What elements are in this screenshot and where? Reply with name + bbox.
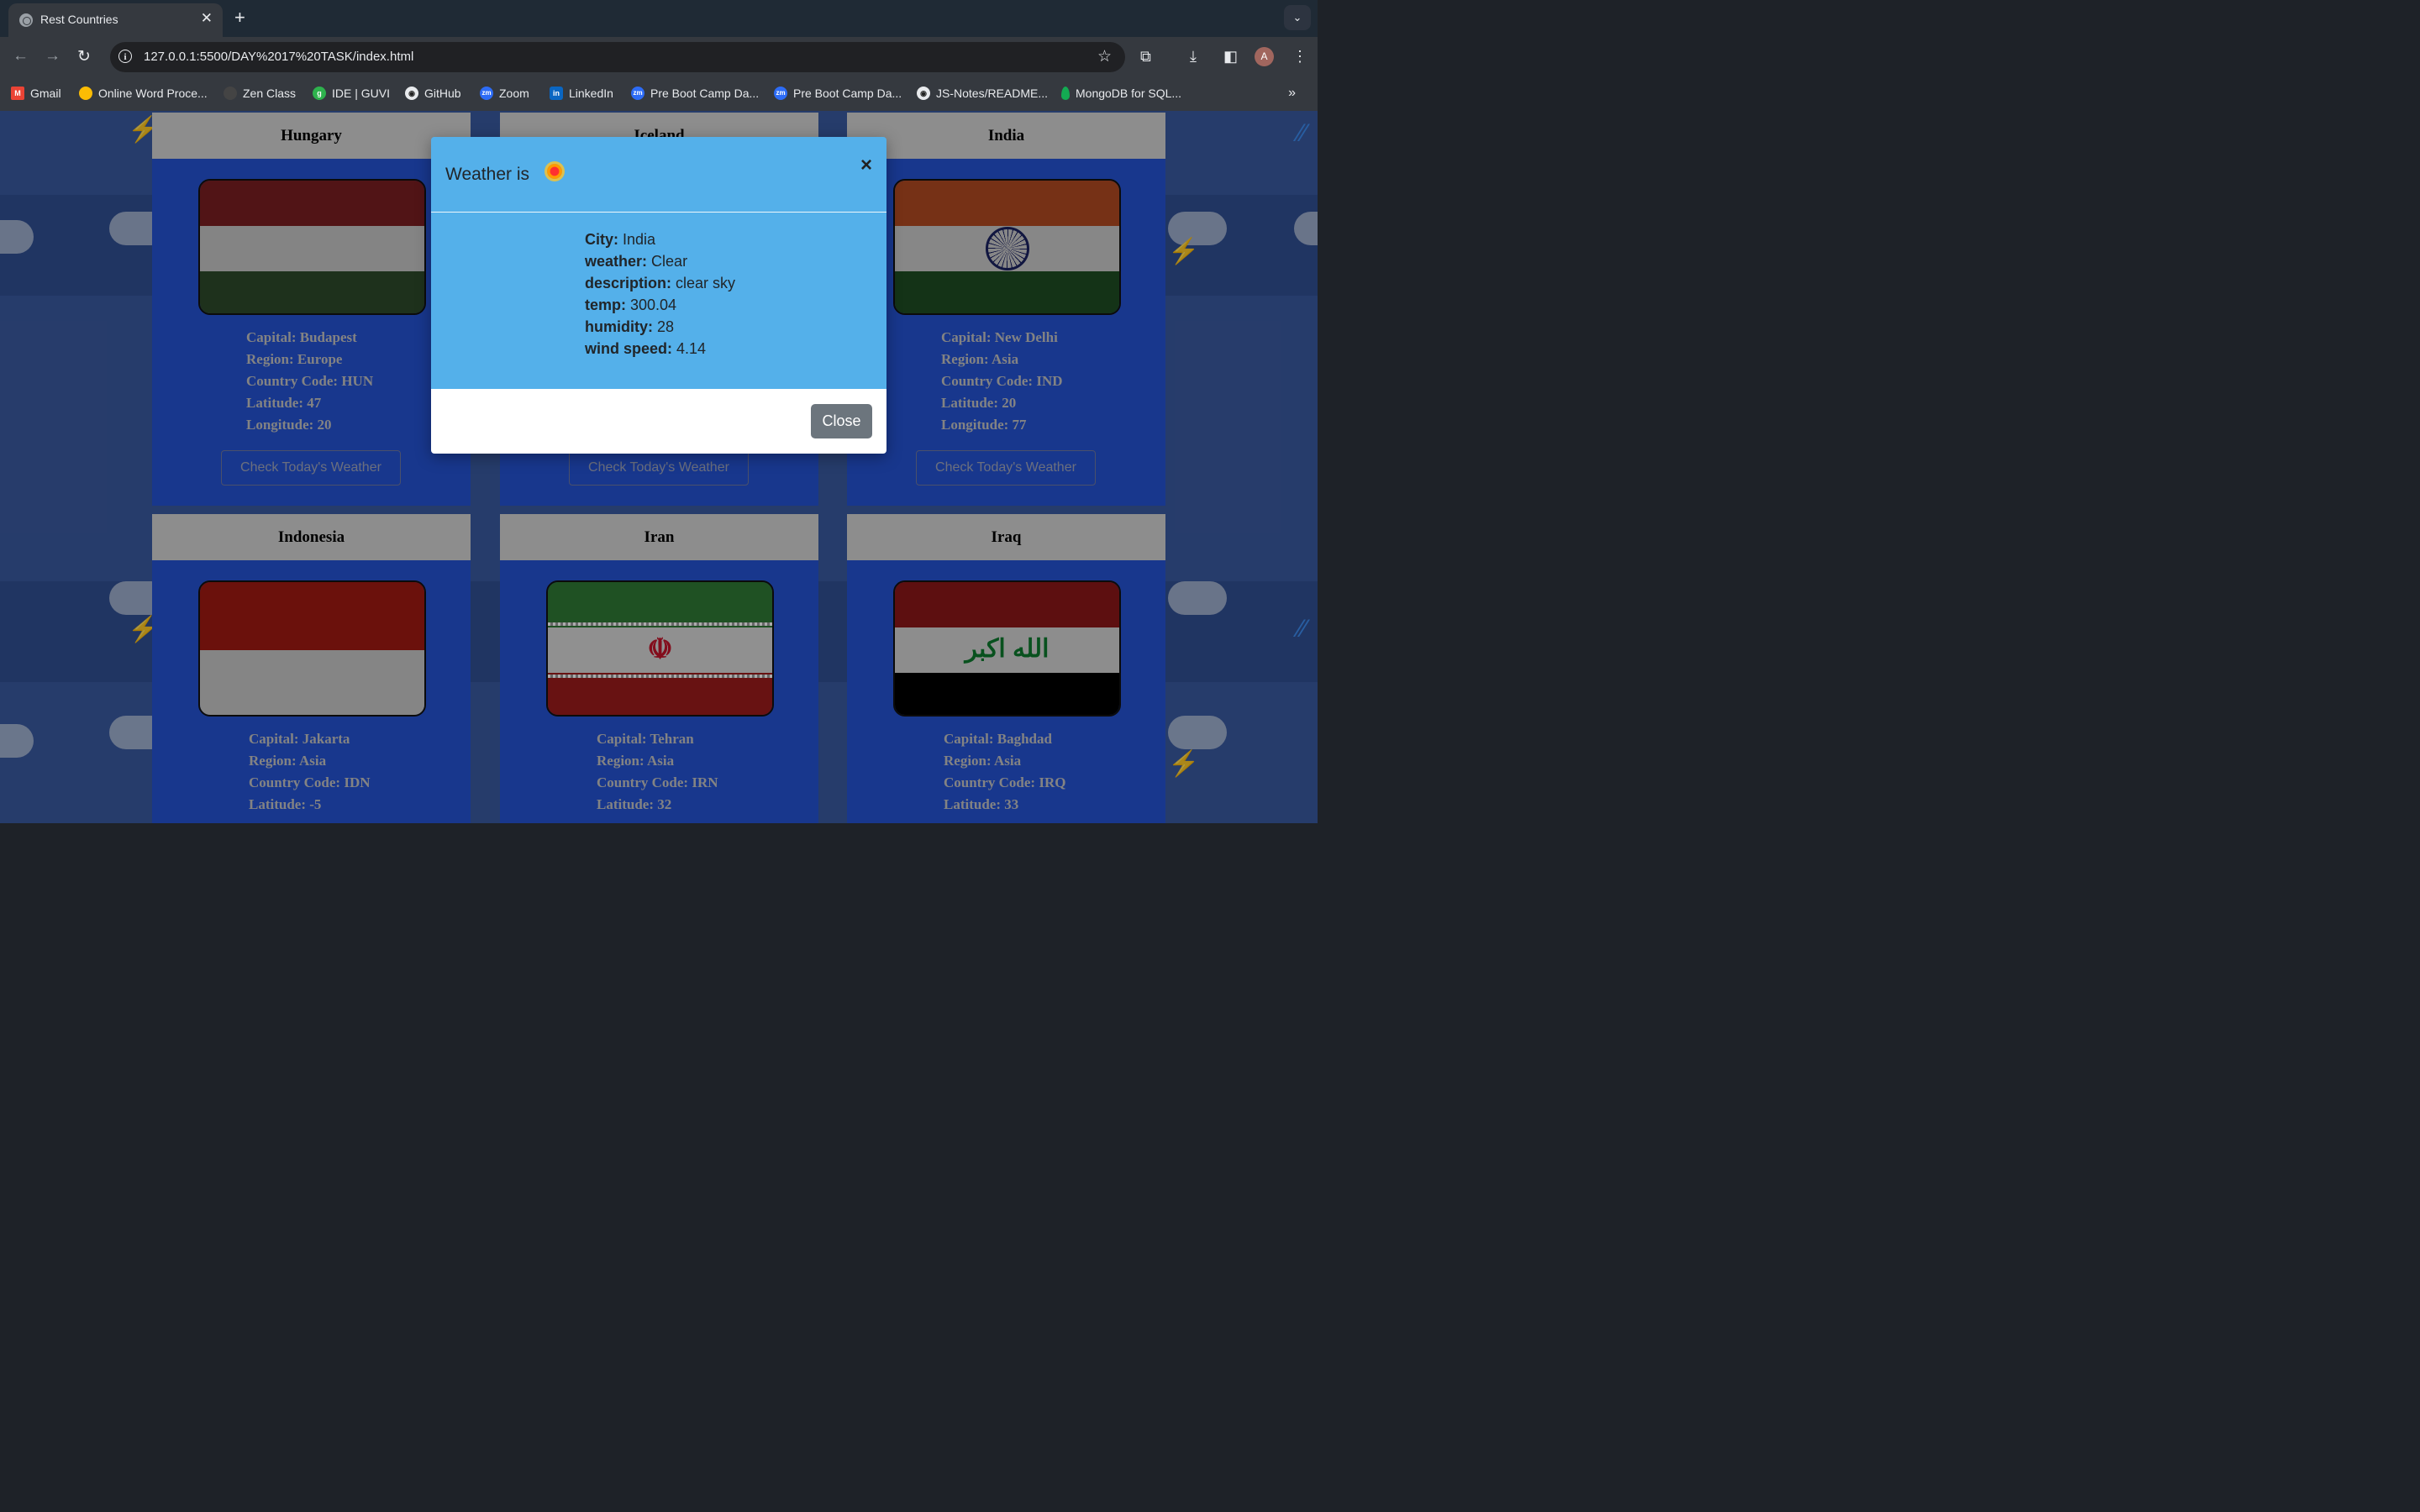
- url-text[interactable]: 127.0.0.1:5500/DAY%2017%20TASK/index.htm…: [144, 50, 413, 64]
- tab-search-icon[interactable]: ⌄: [1284, 5, 1311, 30]
- download-icon[interactable]: ⤓: [1190, 48, 1197, 66]
- bookmark-label: Gmail: [30, 87, 61, 100]
- weather-row-city: City: India: [585, 231, 656, 248]
- bookmark-label: Online Word Proce...: [98, 87, 208, 100]
- weather-row-description: description: clear sky: [585, 275, 736, 291]
- page-viewport: ⚡ ⁄⁄ ⚡ ⚡ ⁄⁄ ⚡ Hungary Capital: Budapest …: [0, 111, 1318, 823]
- forward-icon[interactable]: →: [45, 47, 60, 66]
- back-icon[interactable]: ←: [13, 47, 29, 66]
- bookmark-label: GitHub: [424, 87, 461, 100]
- modal-footer: Close: [431, 389, 886, 454]
- bookmark-js-notes[interactable]: ◉ JS-Notes/README...: [917, 87, 1048, 100]
- side-panel-icon[interactable]: ◧: [1223, 48, 1238, 66]
- bookmark-word-processor[interactable]: Online Word Proce...: [79, 87, 208, 100]
- extensions-icon[interactable]: ⧉: [1140, 48, 1151, 66]
- browser-toolbar: ← → ↻ i 127.0.0.1:5500/DAY%2017%20TASK/i…: [0, 37, 1318, 77]
- weather-details: City: India weather: Clear description: …: [585, 228, 735, 360]
- tab-bar: Rest Countries ✕ + ⌄: [0, 0, 1318, 37]
- zoom-icon: zm: [480, 87, 493, 100]
- bookmark-label: JS-Notes/README...: [936, 87, 1049, 100]
- bookmark-github[interactable]: ◉ GitHub: [405, 87, 461, 100]
- zen-icon: [224, 87, 237, 100]
- bookmark-ide-guvi[interactable]: g IDE | GUVI: [313, 87, 390, 100]
- globe-icon: [19, 13, 33, 27]
- bookmarks-bar: M Gmail Online Word Proce... Zen Class gI…: [0, 77, 1318, 111]
- bookmark-label: Pre Boot Camp Da...: [650, 87, 760, 100]
- close-tab-icon[interactable]: ✕: [201, 10, 213, 27]
- zoom-icon: zm: [774, 87, 787, 100]
- linkedin-icon: in: [550, 87, 563, 100]
- github-icon: ◉: [917, 87, 930, 100]
- bookmark-star-icon[interactable]: ☆: [1097, 47, 1112, 66]
- bookmark-zen-class[interactable]: Zen Class: [224, 87, 296, 100]
- bookmark-label: Zen Class: [243, 87, 297, 100]
- github-icon: ◉: [405, 87, 418, 100]
- site-info-icon[interactable]: i: [118, 50, 132, 63]
- address-bar[interactable]: i 127.0.0.1:5500/DAY%2017%20TASK/index.h…: [110, 42, 1125, 72]
- close-icon[interactable]: ×: [860, 154, 872, 177]
- menu-icon[interactable]: ⋮: [1292, 48, 1307, 66]
- guvi-icon: g: [313, 87, 326, 100]
- browser-tab[interactable]: Rest Countries ✕: [8, 3, 223, 37]
- new-tab-icon[interactable]: +: [234, 7, 245, 29]
- close-button[interactable]: Close: [811, 404, 872, 438]
- bookmark-pre-boot-camp-2[interactable]: zm Pre Boot Camp Da...: [774, 87, 902, 100]
- weather-modal: Weather is × City: India weather: Clear …: [431, 137, 886, 454]
- bookmark-linkedin[interactable]: in LinkedIn: [550, 87, 613, 100]
- bookmark-label: MongoDB for SQL...: [1076, 87, 1182, 100]
- zoom-icon: zm: [631, 87, 644, 100]
- weather-row-humidity: humidity: 28: [585, 318, 675, 335]
- bookmark-pre-boot-camp-1[interactable]: zm Pre Boot Camp Da...: [631, 87, 759, 100]
- docs-icon: [79, 87, 92, 100]
- tab-title: Rest Countries: [40, 13, 118, 26]
- profile-avatar[interactable]: A: [1255, 47, 1274, 66]
- bookmark-label: LinkedIn: [569, 87, 613, 100]
- more-bookmarks-icon[interactable]: »: [1288, 86, 1296, 101]
- weather-row-weather: weather: Clear: [585, 253, 688, 270]
- gmail-icon: M: [11, 87, 24, 100]
- mongodb-leaf-icon: [1061, 87, 1070, 100]
- modal-divider: [431, 212, 886, 213]
- bookmark-mongodb[interactable]: MongoDB for SQL...: [1061, 87, 1181, 100]
- bookmark-label: Pre Boot Camp Da...: [793, 87, 902, 100]
- bookmark-label: Zoom: [499, 87, 529, 100]
- bookmark-label: IDE | GUVI: [332, 87, 390, 100]
- sun-icon: [547, 164, 562, 179]
- modal-title: Weather is: [445, 165, 529, 184]
- weather-row-wind-speed: wind speed: 4.14: [585, 340, 707, 357]
- reload-icon[interactable]: ↻: [77, 47, 91, 66]
- bookmark-zoom[interactable]: zm Zoom: [480, 87, 529, 100]
- bookmark-gmail[interactable]: M Gmail: [11, 87, 61, 100]
- weather-row-temp: temp: 300.04: [585, 297, 677, 313]
- modal-content: Weather is × City: India weather: Clear …: [431, 137, 886, 389]
